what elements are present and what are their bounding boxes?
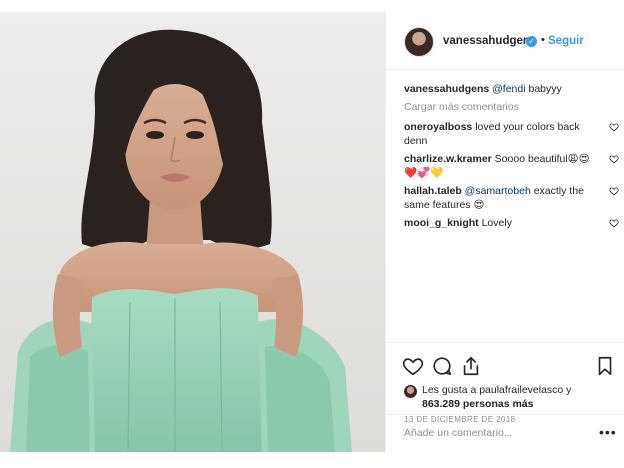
instagram-post: vanessahudgens ✓ • Seguir vanessahudgens… bbox=[0, 12, 624, 452]
comment-username[interactable]: charlize.w.kramer bbox=[404, 153, 492, 165]
comment-username[interactable]: mooi_g_knight bbox=[404, 217, 479, 229]
more-options-icon[interactable]: ••• bbox=[599, 424, 617, 440]
comment-username[interactable]: oneroyalboss bbox=[404, 121, 472, 133]
comment-mention[interactable]: @samartobeh bbox=[462, 185, 531, 197]
heart-icon[interactable] bbox=[402, 355, 424, 377]
caption-text: babyyy bbox=[525, 83, 562, 95]
comment-item: charlize.w.kramer Soooo beautiful😩😍❤️💞💛 bbox=[404, 152, 619, 180]
liker-avatar bbox=[404, 385, 417, 398]
post-side-panel: vanessahudgens ✓ • Seguir vanessahudgens… bbox=[385, 12, 624, 452]
likes-line-2: 863.289 personas más bbox=[422, 398, 534, 410]
comment-icon[interactable] bbox=[431, 355, 453, 377]
caption-mention[interactable]: @fendi bbox=[492, 83, 525, 95]
comment-like-heart-icon[interactable] bbox=[609, 186, 619, 196]
load-more-comments-button[interactable]: Cargar más comentarios bbox=[404, 100, 619, 114]
likes-line-1: Les gusta a paulafrailevelasco y bbox=[422, 384, 572, 396]
post-photo[interactable] bbox=[0, 12, 385, 452]
comments-list: vanessahudgens @fendi babyyy Cargar más … bbox=[404, 82, 619, 234]
likes-summary[interactable]: Les gusta a paulafrailevelasco y 863.289… bbox=[404, 383, 604, 411]
comment-item: hallah.taleb @samartobeh exactly the sam… bbox=[404, 184, 619, 212]
follow-button[interactable]: Seguir bbox=[548, 35, 584, 47]
comment-text: Lovely bbox=[478, 217, 512, 229]
comment-username[interactable]: hallah.taleb bbox=[404, 185, 462, 197]
caption-username[interactable]: vanessahudgens bbox=[404, 83, 489, 95]
portrait-illustration bbox=[0, 12, 385, 452]
share-icon[interactable] bbox=[460, 355, 482, 377]
verified-badge-icon: ✓ bbox=[526, 36, 537, 47]
comment-like-heart-icon[interactable] bbox=[609, 154, 619, 164]
caption: vanessahudgens @fendi babyyy bbox=[404, 82, 619, 96]
user-avatar[interactable] bbox=[404, 27, 434, 57]
header-username[interactable]: vanessahudgens bbox=[443, 35, 536, 47]
comment-like-heart-icon[interactable] bbox=[609, 218, 619, 228]
add-comment-bar: ••• bbox=[386, 414, 624, 452]
comment-item: oneroyalboss loved your colors back denn bbox=[404, 120, 619, 148]
separator-dot: • bbox=[541, 34, 545, 46]
comment-like-heart-icon[interactable] bbox=[609, 122, 619, 132]
post-header: vanessahudgens ✓ • Seguir bbox=[386, 12, 624, 70]
comment-item: mooi_g_knight Lovely bbox=[404, 216, 619, 230]
add-comment-input[interactable] bbox=[404, 427, 584, 439]
bookmark-icon[interactable] bbox=[594, 355, 616, 377]
